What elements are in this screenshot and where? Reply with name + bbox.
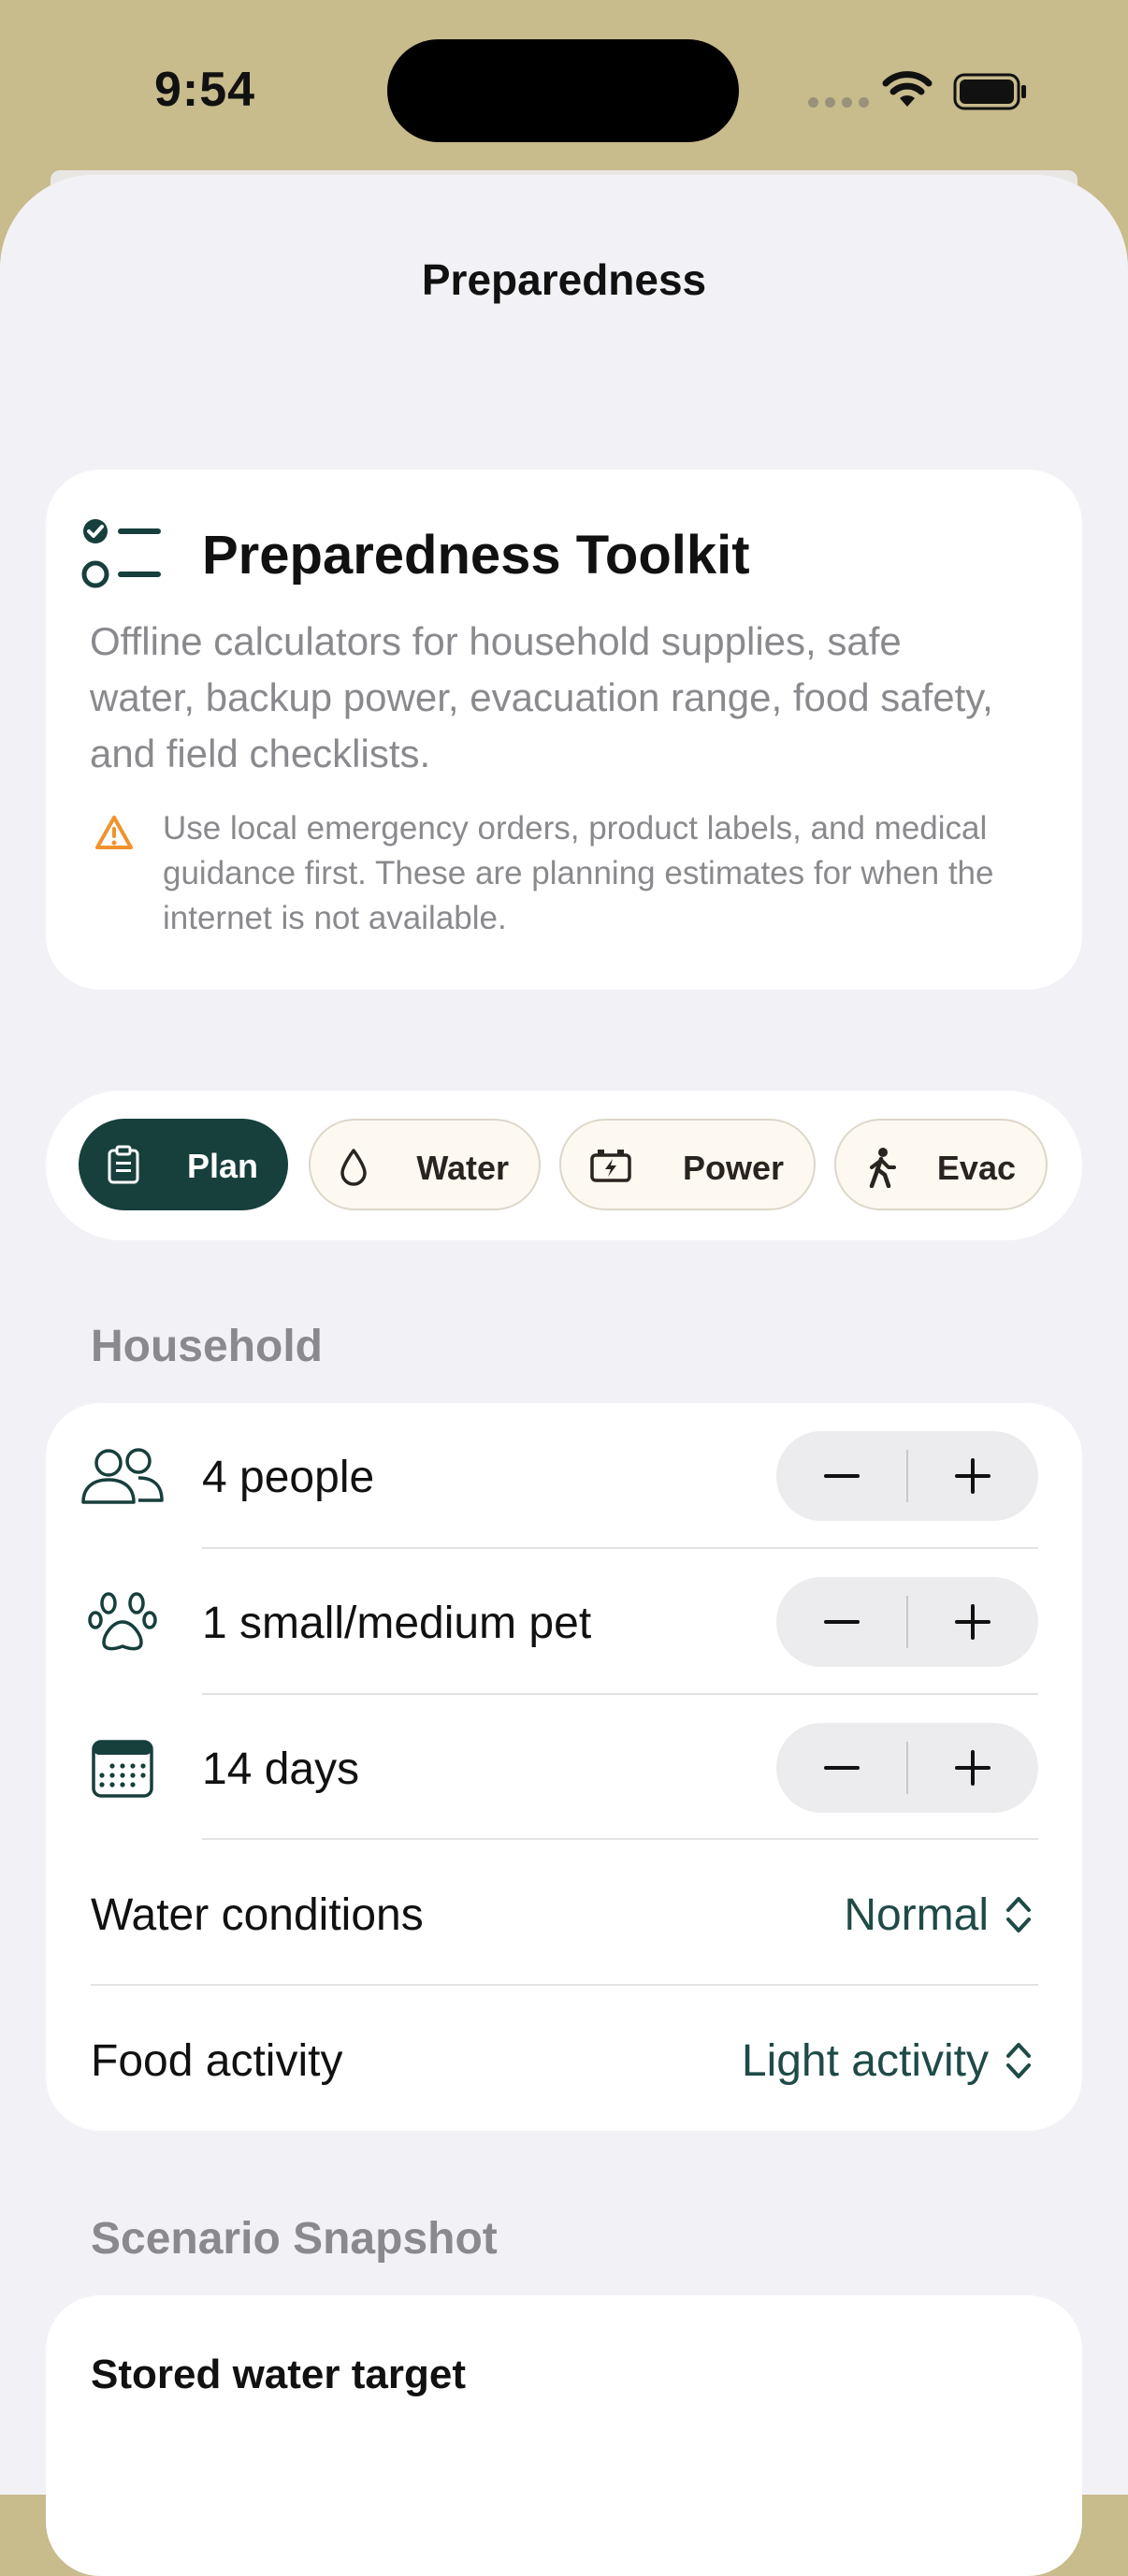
pet-count: 1 small/medium pet	[202, 1599, 592, 1648]
tab-water[interactable]: Water	[309, 1119, 541, 1210]
people-icon	[81, 1448, 164, 1504]
intro-title: Preparedness Toolkit	[202, 525, 750, 586]
snapshot-section-label: Scenario Snapshot	[91, 2214, 498, 2264]
status-time: 9:54	[154, 63, 256, 117]
water-conditions-label: Water conditions	[91, 1890, 424, 1940]
warning-icon	[95, 816, 133, 849]
checklist-icon	[81, 519, 161, 588]
row-divider	[202, 1838, 1038, 1840]
days-stepper[interactable]	[776, 1723, 1038, 1813]
people-stepper[interactable]	[776, 1431, 1038, 1521]
battery-charging-icon	[590, 1150, 631, 1182]
tab-plan-label: Plan	[186, 1147, 258, 1185]
wifi-icon	[882, 71, 933, 107]
warning-text: Use local emergency orders, product labe…	[163, 810, 994, 936]
dynamic-island	[387, 39, 739, 142]
tab-plan[interactable]: Plan	[79, 1119, 288, 1210]
days-increment-button[interactable]	[907, 1723, 1038, 1813]
chevron-up-down-icon[interactable]	[1003, 1893, 1034, 1936]
row-divider	[91, 1984, 1038, 1986]
days-decrement-button[interactable]	[776, 1723, 907, 1813]
row-divider	[202, 1693, 1038, 1695]
days-count: 14 days	[202, 1744, 360, 1794]
food-activity-picker[interactable]: Light activity	[742, 2035, 989, 2087]
clipboard-icon	[108, 1145, 139, 1184]
signal-dots-icon	[808, 97, 869, 108]
tab-power[interactable]: Power	[559, 1119, 816, 1210]
calendar-icon	[92, 1740, 153, 1798]
battery-icon	[953, 73, 1026, 110]
tab-evac[interactable]: Evac	[834, 1119, 1048, 1210]
page-title: Preparedness	[421, 255, 707, 304]
people-increment-button[interactable]	[907, 1431, 1038, 1521]
row-divider	[202, 1547, 1038, 1549]
tab-water-label: Water	[416, 1149, 509, 1187]
pet-increment-button[interactable]	[907, 1577, 1038, 1667]
intro-description: Offline calculators for household suppli…	[90, 619, 993, 775]
pet-stepper[interactable]	[776, 1577, 1038, 1667]
tab-power-label: Power	[682, 1149, 784, 1187]
tab-evac-label: Evac	[936, 1149, 1016, 1187]
water-conditions-picker[interactable]: Normal	[844, 1889, 989, 1941]
people-count: 4 people	[202, 1453, 375, 1502]
walking-icon	[869, 1148, 896, 1188]
food-activity-label: Food activity	[91, 2036, 343, 2086]
drop-icon	[340, 1149, 367, 1186]
pet-decrement-button[interactable]	[776, 1577, 907, 1667]
paw-icon	[88, 1592, 157, 1651]
snapshot-card	[46, 2295, 1082, 2576]
status-bar: 9:54	[0, 0, 1128, 178]
stored-water-target-label: Stored water target	[91, 2352, 466, 2397]
people-decrement-button[interactable]	[776, 1431, 907, 1521]
household-section-label: Household	[91, 1322, 323, 1371]
chevron-up-down-icon[interactable]	[1003, 2039, 1034, 2082]
